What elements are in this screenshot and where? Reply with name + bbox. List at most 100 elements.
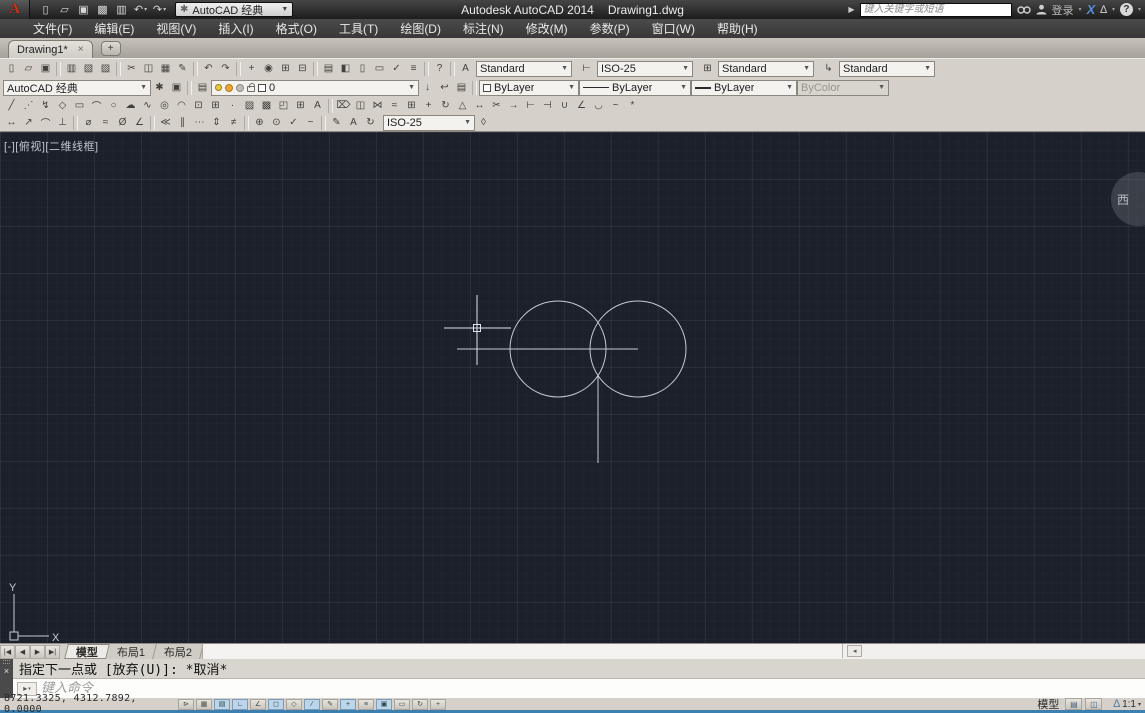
chevron-down-icon[interactable]: ▾ bbox=[1138, 701, 1141, 708]
rectangle-button[interactable]: ▭ bbox=[71, 98, 88, 113]
separator[interactable] bbox=[236, 62, 241, 76]
construction-line-button[interactable]: ⋰ bbox=[20, 98, 37, 113]
region-button[interactable]: ◰ bbox=[275, 98, 292, 113]
last-tab-button[interactable]: ▶| bbox=[45, 645, 60, 659]
dynamic-ucs-toggle[interactable]: ✎ bbox=[322, 699, 338, 710]
erase-button[interactable]: ⌦ bbox=[335, 98, 352, 113]
layout-tab[interactable]: 模型 bbox=[64, 644, 110, 659]
help-caret-icon[interactable]: ▾ bbox=[1138, 6, 1141, 13]
search-input[interactable] bbox=[860, 3, 1012, 17]
insert-block-button[interactable]: ⊡ bbox=[190, 98, 207, 113]
break-button[interactable]: ⊣ bbox=[539, 98, 556, 113]
sign-in-button[interactable]: 登录 bbox=[1052, 2, 1074, 18]
object-snap-tracking-toggle[interactable]: ∕ bbox=[304, 699, 320, 710]
qat-save-button[interactable]: ▣ bbox=[74, 1, 93, 18]
zoom-previous-button[interactable]: ⊟ bbox=[294, 61, 311, 76]
menu-item[interactable]: 编辑(E) bbox=[83, 19, 145, 38]
tolerance-button[interactable]: ⊕ bbox=[251, 115, 268, 130]
copy-clip-button[interactable]: ◫ bbox=[140, 61, 157, 76]
separator[interactable] bbox=[73, 116, 78, 130]
menu-item[interactable]: 修改(M) bbox=[515, 19, 579, 38]
mtext-button[interactable]: A bbox=[309, 98, 326, 113]
layout-tab[interactable]: 布局1 bbox=[106, 644, 157, 659]
redo-button[interactable]: ↷ bbox=[217, 61, 234, 76]
separator[interactable] bbox=[150, 116, 155, 130]
offset-button[interactable]: ≈ bbox=[386, 98, 403, 113]
move-button[interactable]: + bbox=[420, 98, 437, 113]
file-tab-drawing1[interactable]: Drawing1* × bbox=[8, 40, 93, 58]
layout-tab[interactable]: 布局2 bbox=[153, 644, 204, 659]
diameter-dimension-button[interactable]: Ø bbox=[114, 115, 131, 130]
gradient-button[interactable]: ▩ bbox=[258, 98, 275, 113]
dimension-break-button[interactable]: ≠ bbox=[225, 115, 242, 130]
model-space-button[interactable]: 模型 bbox=[1034, 696, 1062, 712]
menu-item[interactable]: 窗口(W) bbox=[641, 19, 706, 38]
linear-dimension-button[interactable]: ↔ bbox=[3, 115, 20, 130]
layer-thaw-icon[interactable] bbox=[225, 84, 233, 92]
multileader-style[interactable]: ↳ bbox=[820, 61, 837, 76]
separator[interactable] bbox=[313, 62, 318, 76]
layer-dropdown[interactable]: 0 ▼ bbox=[211, 80, 419, 96]
drag-grip-icon[interactable] bbox=[3, 660, 10, 664]
designcenter-button[interactable]: ◧ bbox=[337, 61, 354, 76]
first-tab-button[interactable]: |◀ bbox=[0, 645, 15, 659]
quick-view-drawings-button[interactable]: ◫ bbox=[1085, 698, 1102, 710]
qat-open-button[interactable]: ▱ bbox=[55, 1, 74, 18]
copy-button[interactable]: ◫ bbox=[352, 98, 369, 113]
dimension-text-edit-button[interactable]: A bbox=[345, 115, 362, 130]
grid-display-toggle[interactable]: ▤ bbox=[214, 699, 230, 710]
layer-states-button[interactable]: ▤ bbox=[453, 80, 470, 95]
quickcalc-button[interactable]: ≡ bbox=[405, 61, 422, 76]
dynamic-input-toggle[interactable]: + bbox=[340, 699, 356, 710]
dimension-update-button[interactable]: ↻ bbox=[362, 115, 379, 130]
properties-button[interactable]: ▤ bbox=[320, 61, 337, 76]
menu-item[interactable]: 工具(T) bbox=[328, 19, 389, 38]
qat-undo-button[interactable]: ↶ bbox=[131, 1, 150, 18]
angular-dimension-button[interactable]: ∠ bbox=[131, 115, 148, 130]
line-button[interactable]: ╱ bbox=[3, 98, 20, 113]
next-tab-button[interactable]: ▶ bbox=[30, 645, 45, 659]
autodesk-360-icon[interactable]: ∆ bbox=[1100, 4, 1107, 16]
3d-object-snap-toggle[interactable]: ◇ bbox=[286, 699, 302, 710]
layer-previous-button[interactable]: ↩ bbox=[436, 80, 453, 95]
workspace-switcher[interactable]: ✱ AutoCAD 经典 ▼ bbox=[175, 2, 293, 17]
help-button[interactable]: ? bbox=[431, 61, 448, 76]
quick-view-layouts-button[interactable]: ▤ bbox=[1065, 698, 1082, 710]
style-dropdown[interactable]: Standard▼ bbox=[718, 61, 814, 77]
selection-cycling-toggle[interactable]: ↻ bbox=[412, 699, 428, 710]
separator[interactable] bbox=[116, 62, 121, 76]
join-button[interactable]: ∪ bbox=[556, 98, 573, 113]
tool-palettes-button[interactable]: ▯ bbox=[354, 61, 371, 76]
horizontal-scrollbar[interactable]: ◂ bbox=[202, 644, 1145, 659]
menu-item[interactable]: 帮助(H) bbox=[706, 19, 769, 38]
polyline-button[interactable]: ↯ bbox=[37, 98, 54, 113]
style-dropdown[interactable]: Standard▼ bbox=[839, 61, 935, 77]
linetype-dropdown[interactable]: ByLayer ▼ bbox=[579, 80, 691, 96]
separator[interactable] bbox=[244, 116, 249, 130]
mirror-button[interactable]: ⋈ bbox=[369, 98, 386, 113]
layer-lock-icon[interactable] bbox=[247, 86, 255, 92]
explode-button[interactable]: * bbox=[624, 98, 641, 113]
baseline-dimension-button[interactable]: ∥ bbox=[174, 115, 191, 130]
arc-button[interactable]: ⌒ bbox=[88, 98, 105, 113]
layer-properties-button[interactable]: ▤ bbox=[194, 80, 211, 95]
chamfer-button[interactable]: ∠ bbox=[573, 98, 590, 113]
qat-saveas-button[interactable]: ▩ bbox=[93, 1, 112, 18]
layer-on-icon[interactable] bbox=[215, 84, 222, 91]
table-style[interactable]: ⊞ bbox=[699, 61, 716, 76]
open-button[interactable]: ▱ bbox=[20, 61, 37, 76]
extend-button[interactable]: → bbox=[505, 98, 522, 113]
menu-item[interactable]: 插入(I) bbox=[207, 19, 264, 38]
new-drawing-tab-button[interactable]: + bbox=[101, 41, 121, 56]
point-button[interactable]: · bbox=[224, 98, 241, 113]
polar-tracking-toggle[interactable]: ∠ bbox=[250, 699, 266, 710]
make-block-button[interactable]: ⊞ bbox=[207, 98, 224, 113]
text-style[interactable]: A bbox=[457, 61, 474, 76]
close-icon[interactable]: × bbox=[78, 44, 84, 55]
workspace-settings-button[interactable]: ✱ bbox=[151, 80, 168, 95]
paste-button[interactable]: ▦ bbox=[157, 61, 174, 76]
make-object-layer-current-button[interactable]: ↓ bbox=[419, 80, 436, 95]
sign-in-caret-icon[interactable]: ▾ bbox=[1079, 6, 1082, 13]
style-dropdown[interactable]: ISO-25▼ bbox=[597, 61, 693, 77]
dimension-space-button[interactable]: ⇕ bbox=[208, 115, 225, 130]
